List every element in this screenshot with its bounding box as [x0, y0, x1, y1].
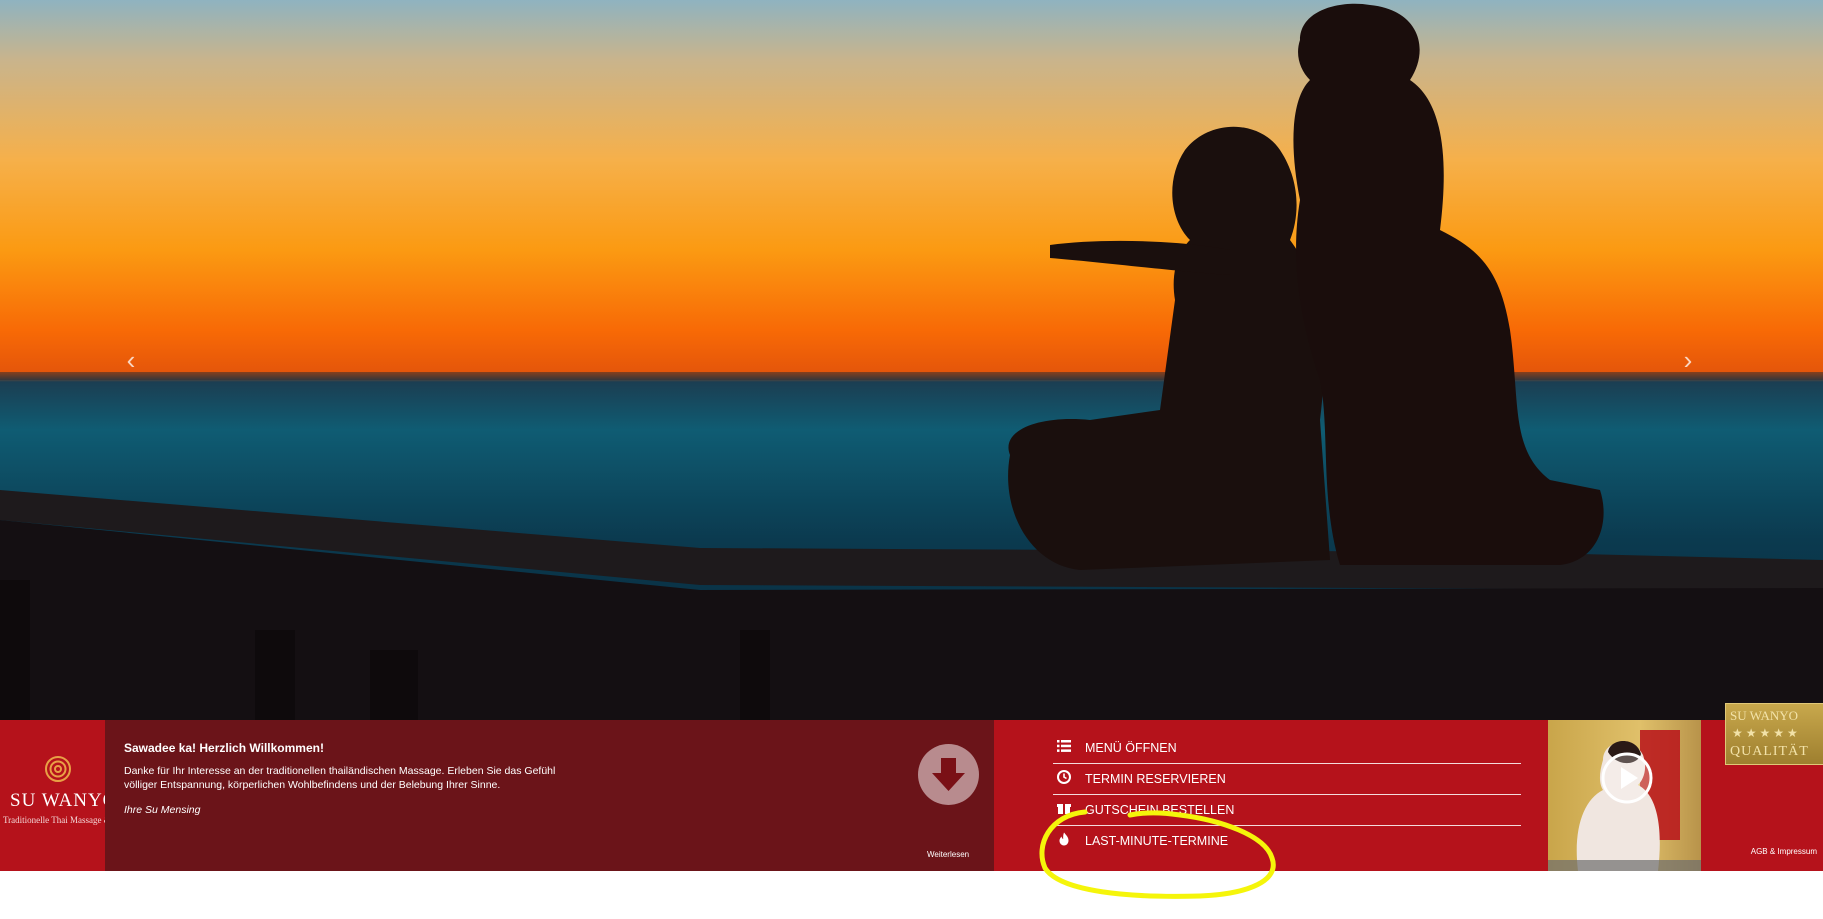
hero-image [0, 3, 1823, 720]
menu-item-label: GUTSCHEIN BESTELLEN [1085, 803, 1235, 817]
gift-icon [1057, 804, 1071, 814]
flame-icon [1059, 832, 1069, 846]
quick-menu: MENÜ ÖFFNEN TERMIN RESERVIEREN GUTSCHEIN… [994, 720, 1548, 871]
welcome-panel: Sawadee ka! Herzlich Willkommen! Danke f… [105, 720, 994, 871]
read-more-link[interactable]: Weiterlesen [927, 850, 969, 859]
spiral-logo-icon [45, 756, 71, 782]
welcome-title: Sawadee ka! Herzlich Willkommen! [124, 741, 324, 755]
logo-tagline: Traditionelle Thai Massage & S [3, 815, 105, 825]
order-voucher-button[interactable]: GUTSCHEIN BESTELLEN [1053, 795, 1521, 826]
badge-label: QUALITÄT [1730, 744, 1809, 759]
bottom-bar: SU WANYO Traditionelle Thai Massage & S … [0, 720, 1823, 871]
list-icon [1057, 740, 1071, 752]
badge-stars: ★★★★★ [1732, 726, 1801, 740]
menu-open-button[interactable]: MENÜ ÖFFNEN [1053, 733, 1521, 764]
reserve-appointment-button[interactable]: TERMIN RESERVIEREN [1053, 764, 1521, 795]
menu-item-label: LAST-MINUTE-TERMINE [1085, 834, 1229, 848]
play-icon[interactable] [1600, 751, 1654, 805]
welcome-text: Danke für Ihr Interesse an der tradition… [124, 765, 556, 791]
logo-name: SU WANYO [10, 790, 105, 811]
menu-item-label: MENÜ ÖFFNEN [1085, 741, 1177, 755]
slider-prev-button[interactable]: ‹ [118, 345, 144, 375]
arrow-down-icon [932, 758, 965, 791]
video-thumbnail[interactable] [1548, 720, 1701, 871]
clock-icon [1057, 770, 1071, 784]
last-minute-appointments-button[interactable]: LAST-MINUTE-TERMINE [1053, 826, 1521, 856]
logo[interactable]: SU WANYO Traditionelle Thai Massage & S [0, 720, 105, 871]
quality-badge: SU WANYO ★★★★★ QUALITÄT [1725, 703, 1823, 765]
menu-item-label: TERMIN RESERVIEREN [1085, 772, 1226, 786]
legal-link[interactable]: AGB & Impressum [1751, 847, 1817, 856]
slider-next-button[interactable]: › [1675, 345, 1701, 375]
welcome-signature: Ihre Su Mensing [124, 804, 201, 816]
scroll-down-button[interactable] [918, 744, 979, 805]
hero-slider: ‹ › [0, 0, 1823, 720]
badge-title: SU WANYO [1730, 708, 1799, 723]
